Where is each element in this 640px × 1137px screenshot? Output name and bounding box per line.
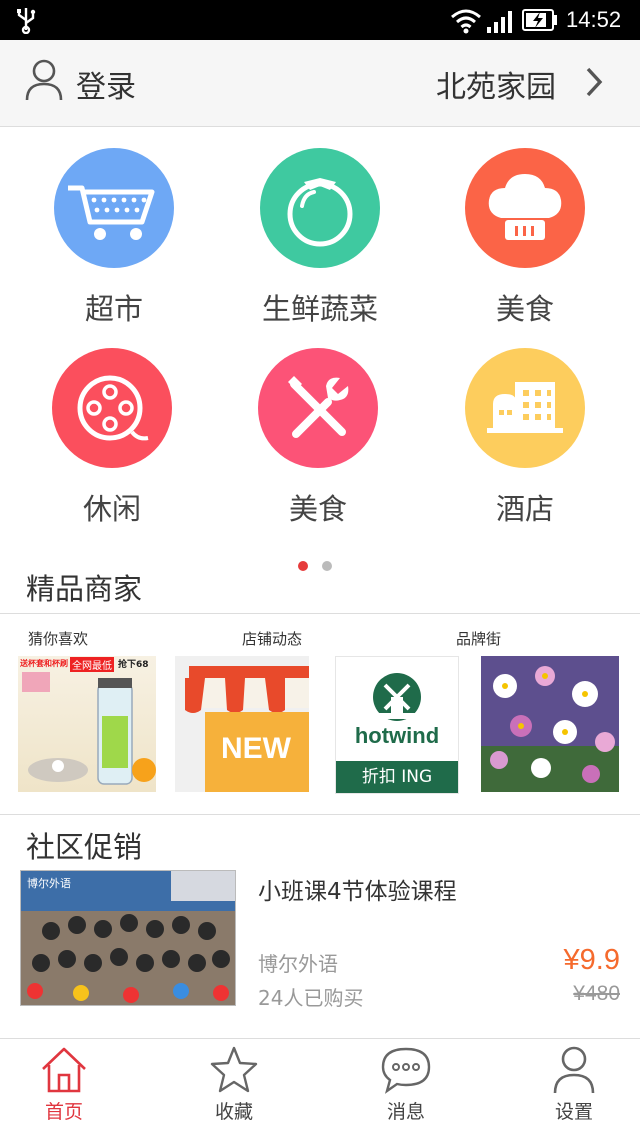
tab-messages[interactable]: 消息 bbox=[346, 1039, 466, 1124]
page-indicator bbox=[298, 556, 346, 575]
bottom-tab-bar: 首页 收藏 消息 设置 bbox=[0, 1038, 640, 1137]
user-icon bbox=[553, 1046, 595, 1094]
login-link[interactable]: 登录 bbox=[76, 62, 136, 106]
film-reel-icon bbox=[77, 375, 149, 441]
category-food[interactable]: 美食 bbox=[455, 148, 595, 328]
promotion-item[interactable]: 博尔外语 小班课4节体验课程 博尔外语 24人已购买 ¥9.9 ¥480 bbox=[20, 870, 620, 1010]
promotion-sold-count: 24人已购买 bbox=[258, 986, 364, 1010]
wifi-icon bbox=[451, 9, 481, 34]
home-icon bbox=[42, 1047, 86, 1093]
tab-label: 收藏 bbox=[214, 1101, 253, 1123]
user-icon[interactable] bbox=[24, 58, 64, 102]
flowers-image bbox=[481, 656, 619, 792]
category-fresh-produce[interactable]: 生鲜蔬菜 bbox=[250, 148, 390, 328]
cart-icon bbox=[68, 185, 155, 240]
windmill-logo-icon bbox=[373, 673, 421, 721]
promotion-price: ¥9.9 bbox=[563, 944, 620, 976]
category-circle bbox=[258, 348, 378, 468]
category-label: 美食 bbox=[495, 292, 554, 326]
promotion-original-price: ¥480 bbox=[573, 982, 620, 1005]
tools-icon bbox=[288, 376, 349, 438]
featured-section-title: 精品商家 bbox=[26, 572, 143, 606]
signal-icon bbox=[487, 11, 512, 33]
clock: 14:52 bbox=[566, 7, 622, 32]
category-label: 酒店 bbox=[495, 492, 554, 526]
battery-charging-icon bbox=[522, 9, 557, 31]
tab-label: 消息 bbox=[386, 1101, 425, 1123]
category-circle bbox=[260, 148, 380, 268]
category-circle bbox=[52, 348, 172, 468]
category-supermarket[interactable]: 超市 bbox=[44, 148, 184, 328]
brand-thumb-hotwind[interactable]: hotwind 折扣 ING bbox=[335, 656, 459, 794]
status-bar: 14:52 bbox=[0, 0, 640, 40]
star-icon bbox=[210, 1046, 258, 1093]
page-dot[interactable] bbox=[322, 561, 332, 571]
tab-home[interactable]: 首页 bbox=[4, 1039, 124, 1124]
top-header: 登录 北苑家园 bbox=[0, 40, 640, 127]
category-label: 生鲜蔬菜 bbox=[261, 292, 378, 326]
storefront-image bbox=[175, 656, 309, 792]
usb-icon bbox=[17, 8, 36, 34]
category-hotel[interactable]: 酒店 bbox=[455, 348, 595, 528]
tab-brand-street[interactable]: 品牌街 bbox=[456, 628, 501, 649]
tab-label: 首页 bbox=[44, 1101, 83, 1123]
category-circle bbox=[54, 148, 174, 268]
promotion-section-title: 社区促销 bbox=[26, 830, 143, 864]
community-selector[interactable]: 北苑家园 bbox=[436, 62, 556, 106]
brand-thumb-flowers[interactable] bbox=[481, 656, 619, 792]
bottle-image bbox=[22, 672, 156, 785]
promotion-image: 博尔外语 bbox=[20, 870, 236, 1006]
buildings-icon bbox=[487, 382, 563, 433]
new-badge: NEW bbox=[221, 732, 291, 765]
page-dot-active[interactable] bbox=[298, 561, 308, 571]
tab-settings[interactable]: 设置 bbox=[514, 1039, 634, 1124]
category-food-2[interactable]: 美食 bbox=[248, 348, 388, 528]
category-circle bbox=[465, 148, 585, 268]
promotion-title: 小班课4节体验课程 bbox=[258, 879, 457, 905]
category-label: 超市 bbox=[84, 292, 143, 326]
featured-panel: 猜你喜欢 店铺动态 品牌街 送杯套和杯刷 全网最低 抢下68 NEW hotwi… bbox=[0, 613, 640, 815]
chevron-right-icon[interactable] bbox=[584, 66, 604, 98]
category-circle bbox=[465, 348, 585, 468]
tab-favorites[interactable]: 收藏 bbox=[174, 1039, 294, 1124]
tab-label: 设置 bbox=[554, 1101, 593, 1123]
tab-shop-updates[interactable]: 店铺动态 bbox=[242, 628, 302, 649]
discount-tag: 折扣 ING bbox=[336, 761, 458, 793]
promotion-merchant: 博尔外语 bbox=[258, 952, 338, 976]
category-leisure[interactable]: 休闲 bbox=[42, 348, 182, 528]
tab-guess-you-like[interactable]: 猜你喜欢 bbox=[28, 628, 88, 649]
tomato-icon bbox=[287, 178, 353, 247]
class-photo-image bbox=[21, 871, 235, 1005]
category-label: 休闲 bbox=[82, 492, 141, 526]
chef-hat-icon bbox=[488, 174, 562, 240]
image-caption: 博尔外语 bbox=[27, 877, 71, 890]
category-label: 美食 bbox=[288, 492, 347, 526]
product-thumb-bottle[interactable]: 送杯套和杯刷 全网最低 抢下68 bbox=[18, 656, 156, 792]
chat-icon bbox=[381, 1047, 431, 1094]
shop-thumb-new[interactable]: NEW bbox=[175, 656, 309, 792]
brand-name: hotwind bbox=[354, 723, 440, 748]
